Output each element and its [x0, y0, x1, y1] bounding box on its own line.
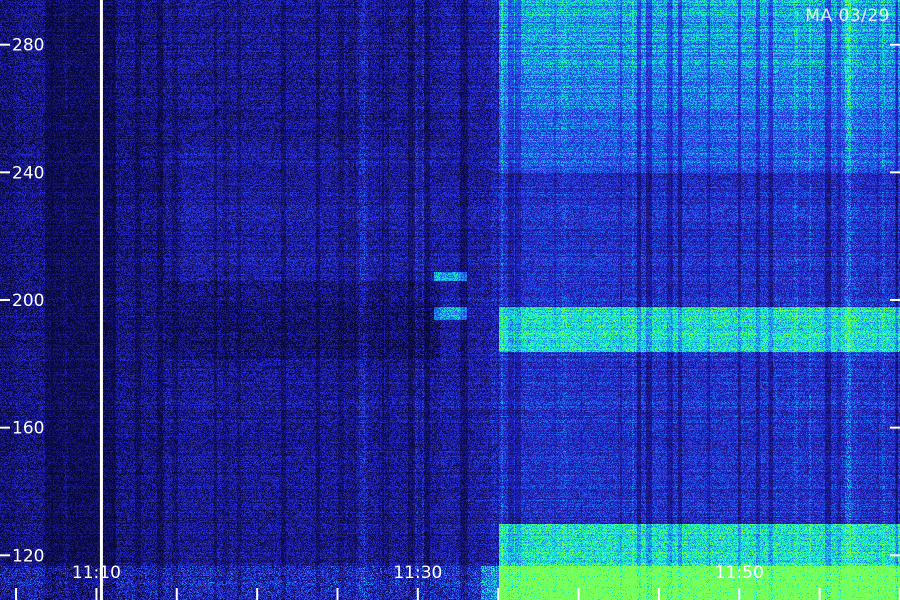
chart-overlay: 280 240 200 160 120 11:10 11:30 11:50	[0, 0, 900, 600]
y-tick-label: 200	[12, 291, 44, 311]
y-tick-label: 240	[12, 163, 44, 183]
x-axis: 11:10 11:30 11:50	[15, 563, 900, 600]
y-tick-label: 280	[12, 36, 44, 56]
station-label: MA 03/29	[805, 6, 890, 26]
y-axis-right	[890, 43, 900, 557]
x-tick-label: 11:50	[715, 563, 764, 583]
y-tick-label: 120	[12, 546, 44, 566]
x-tick-label: 11:30	[393, 563, 442, 583]
y-axis-left: 280 240 200 160 120	[0, 36, 44, 566]
x-tick-label: 11:10	[72, 563, 121, 583]
y-tick-label: 160	[12, 419, 44, 439]
spectrogram-chart: 280 240 200 160 120 11:10 11:30 11:50 MA 03/29	[0, 0, 900, 600]
